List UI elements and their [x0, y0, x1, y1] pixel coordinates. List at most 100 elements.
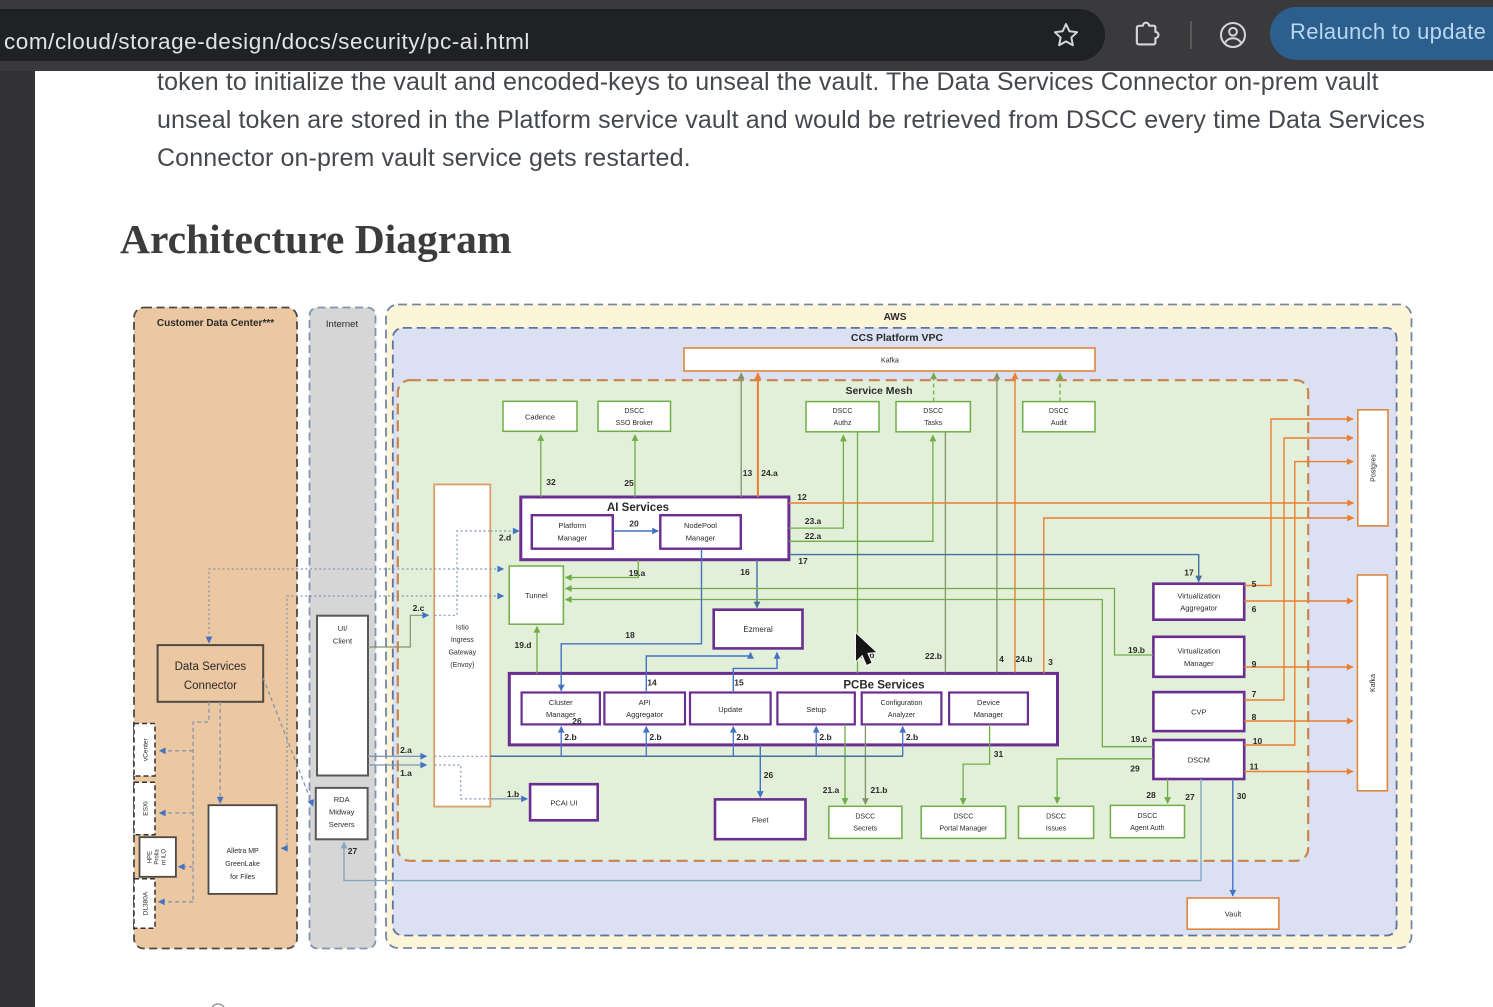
svg-text:Cluster: Cluster [549, 698, 573, 707]
svg-text:vCenter: vCenter [143, 737, 150, 761]
svg-text:14: 14 [647, 678, 657, 688]
svg-text:15: 15 [734, 678, 744, 688]
svg-text:Fleet: Fleet [752, 816, 770, 825]
svg-text:13: 13 [743, 468, 753, 478]
svg-text:20: 20 [629, 519, 639, 529]
svg-text:5: 5 [1252, 579, 1257, 589]
svg-text:Analyzer: Analyzer [888, 712, 916, 719]
svg-text:Manager: Manager [686, 534, 716, 543]
svg-text:GreenLake: GreenLake [225, 861, 260, 868]
svg-text:18: 18 [625, 630, 635, 640]
svg-text:22.a: 22.a [805, 531, 822, 541]
svg-text:21.a: 21.a [823, 785, 840, 795]
svg-text:2.b: 2.b [564, 732, 576, 742]
svg-text:DSCC: DSCC [833, 408, 853, 415]
svg-text:API: API [639, 698, 651, 707]
svg-text:Platform: Platform [558, 521, 586, 530]
svg-text:Internet: Internet [326, 319, 359, 330]
svg-text:Tunnel: Tunnel [525, 591, 548, 600]
svg-text:11: 11 [1250, 762, 1259, 772]
svg-text:AWS: AWS [884, 312, 907, 323]
svg-text:Manager: Manager [557, 534, 587, 543]
svg-text:31: 31 [994, 749, 1004, 759]
svg-text:19.b: 19.b [1128, 645, 1145, 655]
svg-text:26: 26 [764, 770, 774, 780]
svg-text:Cadence: Cadence [525, 413, 555, 422]
svg-text:23.a: 23.a [805, 516, 822, 526]
svg-text:Virtualization: Virtualization [1177, 647, 1220, 656]
svg-text:4: 4 [999, 654, 1004, 664]
svg-text:Kafka: Kafka [1370, 674, 1377, 692]
svg-text:UI/: UI/ [338, 624, 349, 633]
svg-text:2.b: 2.b [906, 732, 918, 742]
svg-text:8: 8 [1252, 712, 1257, 722]
svg-text:2.b: 2.b [649, 732, 661, 742]
svg-text:17: 17 [798, 556, 808, 566]
svg-text:AI Services: AI Services [607, 502, 669, 514]
svg-text:22.b: 22.b [925, 651, 942, 661]
svg-text:1.b: 1.b [507, 789, 519, 799]
svg-text:Aggregator: Aggregator [1180, 604, 1218, 613]
svg-text:Authz: Authz [834, 420, 852, 427]
svg-text:Customer Data Center***: Customer Data Center*** [157, 318, 274, 329]
svg-text:Manager: Manager [1184, 659, 1214, 668]
svg-text:21.b: 21.b [870, 785, 887, 795]
svg-text:2.d: 2.d [499, 533, 511, 543]
svg-text:SSO Broker: SSO Broker [616, 420, 654, 427]
svg-text:Agent Auth: Agent Auth [1130, 825, 1164, 832]
svg-text:NodePool: NodePool [684, 521, 717, 530]
svg-text:2.b: 2.b [819, 732, 831, 742]
svg-text:Configuration: Configuration [881, 700, 923, 707]
svg-text:ESXi: ESXi [143, 801, 150, 815]
svg-text:27: 27 [1185, 792, 1195, 802]
svg-text:Ingress: Ingress [451, 637, 474, 644]
svg-text:Manager: Manager [974, 710, 1004, 719]
svg-text:28: 28 [1146, 790, 1156, 800]
svg-text:DSCC: DSCC [1049, 408, 1069, 415]
svg-text:CCS Platform VPC: CCS Platform VPC [851, 332, 944, 344]
svg-text:25: 25 [624, 478, 634, 488]
svg-text:PCBe Services: PCBe Services [843, 680, 924, 692]
svg-text:Alletra MP: Alletra MP [226, 848, 259, 855]
svg-text:Tasks: Tasks [924, 420, 942, 427]
svg-text:Prolia: Prolia [155, 849, 161, 865]
svg-text:Virtualization: Virtualization [1177, 592, 1220, 601]
svg-text:Secrets: Secrets [853, 826, 877, 833]
svg-text:1.a: 1.a [400, 768, 412, 778]
svg-text:DSCC: DSCC [624, 408, 644, 415]
svg-text:Aggregator: Aggregator [626, 710, 664, 719]
svg-text:2.c: 2.c [413, 603, 425, 613]
svg-text:10: 10 [1253, 736, 1263, 746]
svg-text:DSCC: DSCC [855, 814, 875, 821]
svg-text:32: 32 [546, 477, 556, 487]
svg-text:27: 27 [348, 846, 358, 856]
svg-text:DSCC: DSCC [923, 408, 943, 415]
svg-text:16: 16 [740, 567, 750, 577]
svg-text:Connector: Connector [184, 680, 237, 692]
svg-text:6: 6 [1252, 604, 1257, 614]
svg-text:Service Mesh: Service Mesh [845, 385, 912, 397]
svg-text:Update: Update [718, 705, 742, 714]
svg-text:DSCC: DSCC [1137, 813, 1157, 820]
svg-text:DSCM: DSCM [1188, 756, 1210, 765]
svg-text:2.a: 2.a [400, 745, 412, 755]
svg-text:Audit: Audit [1051, 420, 1067, 427]
svg-text:Servers: Servers [329, 820, 355, 829]
svg-text:2.b: 2.b [736, 732, 748, 742]
svg-text:Ezmeral: Ezmeral [743, 625, 773, 634]
svg-text:CVP: CVP [1191, 708, 1206, 717]
svg-text:17: 17 [1184, 568, 1194, 578]
svg-text:Client: Client [333, 637, 353, 646]
svg-text:Midway: Midway [329, 808, 355, 817]
svg-text:3: 3 [1048, 657, 1053, 667]
svg-text:19.c: 19.c [1131, 734, 1148, 744]
svg-text:Issues: Issues [1046, 826, 1067, 833]
svg-text:Setup: Setup [806, 705, 826, 714]
svg-text:Device: Device [977, 698, 1000, 707]
svg-text:9: 9 [1252, 659, 1257, 669]
svg-text:DSCC: DSCC [1046, 814, 1066, 821]
svg-text:Vault: Vault [1225, 910, 1242, 919]
svg-text:DSCC: DSCC [953, 814, 973, 821]
svg-text:(Envoy): (Envoy) [450, 662, 474, 669]
svg-text:Data Services: Data Services [175, 661, 247, 673]
